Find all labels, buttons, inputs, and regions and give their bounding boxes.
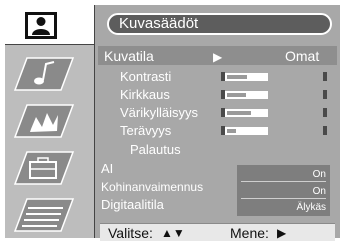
- menu-item-kirkkaus[interactable]: Kirkkaus: [120, 87, 170, 103]
- option-noise-value: On: [312, 186, 326, 197]
- play-arrow-icon: ▶: [213, 50, 223, 64]
- slider-teravyys[interactable]: [221, 126, 268, 135]
- picture-menu-panel: Kuvasäädöt Kuvatila ▶ Omat Kontrasti Kir…: [95, 5, 340, 241]
- slider-fill: [227, 129, 237, 133]
- menu-item-palautus[interactable]: Palautus: [130, 142, 181, 158]
- slider-end-marker: [323, 108, 327, 117]
- menu-item-kuvatila-value: Omat: [285, 48, 320, 64]
- menu-item-kohinanvaimennus[interactable]: Kohinanvaimennus: [101, 179, 203, 195]
- tab-picture[interactable]: [5, 5, 95, 45]
- footer-select-label: Valitse:: [108, 225, 153, 241]
- slider-end-marker: [323, 90, 327, 99]
- menu-item-varikyllaisyys[interactable]: Värikylläisyys: [120, 105, 198, 121]
- menu-item-kuvatila[interactable]: Kuvatila: [104, 48, 154, 64]
- option-ai-value: On: [312, 169, 326, 180]
- ambience-icon: [13, 104, 75, 138]
- slider-kontrasti[interactable]: [221, 72, 268, 81]
- tab-features[interactable]: [13, 103, 75, 139]
- option-digital-value: Älykäs: [296, 202, 326, 213]
- slider-fill: [227, 111, 252, 115]
- toolbox-icon: [13, 151, 75, 185]
- slider-end-marker: [323, 126, 327, 135]
- slider-marker: [221, 108, 225, 117]
- menu-item-ai[interactable]: AI: [101, 161, 113, 177]
- slider-varikyllaisyys[interactable]: [221, 108, 268, 117]
- menu-item-kontrasti[interactable]: Kontrasti: [120, 69, 171, 85]
- user-icon: [25, 12, 57, 39]
- sidebar-tabs: [5, 45, 95, 238]
- menu-item-digitaalitila[interactable]: Digitaalitila: [101, 197, 164, 213]
- slider-end-marker: [323, 72, 327, 81]
- slider-marker: [221, 90, 225, 99]
- footer-go-label: Mene:: [230, 225, 269, 241]
- slider-fill: [227, 93, 246, 97]
- menu-item-teravyys[interactable]: Terävyys: [120, 123, 171, 139]
- options-value-box: On On Älykäs: [237, 165, 330, 216]
- slider-kirkkaus[interactable]: [221, 90, 268, 99]
- slider-marker: [221, 126, 225, 135]
- tab-info[interactable]: [13, 197, 75, 233]
- tab-setup[interactable]: [13, 150, 75, 186]
- tab-sound[interactable]: [13, 56, 75, 92]
- slider-fill: [227, 75, 248, 79]
- up-down-arrows-icon: ▲▼: [161, 226, 185, 240]
- document-icon: [13, 198, 75, 232]
- slider-marker: [221, 72, 225, 81]
- music-icon: [13, 57, 75, 91]
- right-arrow-icon: ▶: [277, 226, 287, 240]
- footer-hints: Valitse: ▲▼ Mene: ▶: [100, 223, 335, 241]
- sidebar: [5, 5, 95, 238]
